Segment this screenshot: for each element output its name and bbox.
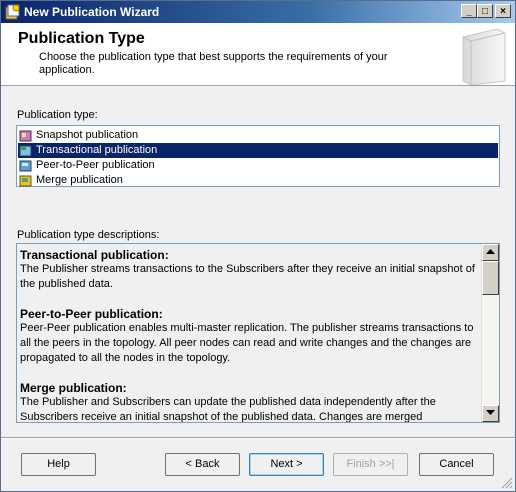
minimize-button[interactable]: _	[461, 4, 477, 18]
arrow-up-icon	[486, 249, 495, 254]
list-item-merge[interactable]: Merge publication	[18, 173, 498, 188]
wizard-window: New Publication Wizard _ □ × Publication…	[0, 0, 516, 492]
list-item-peer-to-peer[interactable]: Peer-to-Peer publication	[18, 158, 498, 173]
close-button[interactable]: ×	[495, 4, 511, 18]
arrow-down-icon	[486, 410, 495, 415]
maximize-button[interactable]: □	[477, 4, 493, 18]
descriptions-content: Transactional publication: The Publisher…	[20, 248, 478, 423]
wizard-header: Publication Type Choose the publication …	[1, 23, 515, 86]
page-title: Publication Type	[18, 30, 145, 47]
description-heading: Merge publication:	[20, 381, 127, 395]
publication-type-list[interactable]: Snapshot publication Transactional publi…	[16, 125, 500, 187]
list-item-label: Transactional publication	[36, 144, 158, 156]
transactional-publication-icon	[19, 145, 32, 157]
next-button[interactable]: Next >	[249, 453, 324, 476]
finish-button[interactable]: Finish >>|	[333, 453, 408, 476]
list-item-label: Merge publication	[36, 174, 123, 186]
description-body: The Publisher streams transactions to th…	[20, 263, 475, 290]
list-item-snapshot[interactable]: Snapshot publication	[18, 128, 498, 143]
description-body: The Publisher and Subscribers can update…	[20, 396, 436, 423]
footer-divider	[1, 437, 515, 439]
descriptions-panel[interactable]: Transactional publication: The Publisher…	[16, 243, 500, 423]
descriptions-scrollbar[interactable]	[481, 244, 499, 422]
list-item-label: Snapshot publication	[36, 129, 139, 141]
cancel-button[interactable]: Cancel	[419, 453, 494, 476]
scroll-thumb[interactable]	[482, 261, 499, 295]
list-item-transactional[interactable]: Transactional publication	[18, 143, 498, 158]
description-body: Peer-Peer publication enables multi-mast…	[20, 322, 474, 364]
page-subtitle: Choose the publication type that best su…	[39, 51, 388, 76]
scroll-down-button[interactable]	[482, 405, 499, 422]
back-button[interactable]: < Back	[165, 453, 240, 476]
peer-to-peer-publication-icon	[19, 160, 32, 172]
merge-publication-icon	[19, 175, 32, 187]
wizard-app-icon	[5, 4, 20, 20]
list-item-label: Peer-to-Peer publication	[36, 159, 155, 171]
scroll-up-button[interactable]	[482, 244, 499, 261]
snapshot-publication-icon	[19, 130, 32, 142]
resize-grip-icon[interactable]	[501, 477, 513, 489]
help-button[interactable]: Help	[21, 453, 96, 476]
title-bar[interactable]: New Publication Wizard _ □ ×	[1, 1, 515, 23]
window-title: New Publication Wizard	[24, 5, 160, 19]
description-heading: Peer-to-Peer publication:	[20, 307, 163, 321]
descriptions-label: Publication type descriptions:	[17, 229, 160, 241]
publication-type-label: Publication type:	[17, 109, 98, 121]
book-banner-icon	[462, 28, 506, 85]
description-heading: Transactional publication:	[20, 248, 169, 262]
